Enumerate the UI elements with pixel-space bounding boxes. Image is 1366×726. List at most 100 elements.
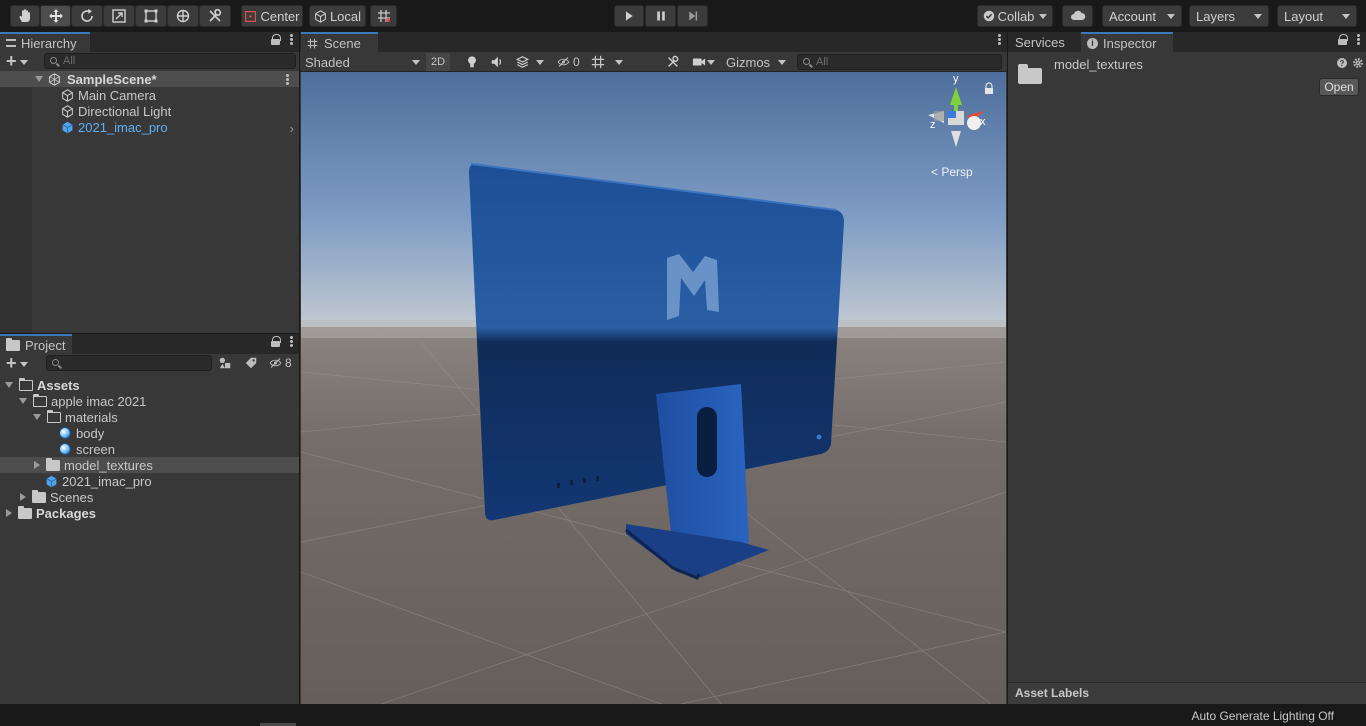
tab-hierarchy[interactable]: Hierarchy (0, 32, 90, 52)
expand-arrow-icon[interactable] (5, 382, 13, 388)
layers-dropdown[interactable]: Layers (1189, 5, 1269, 27)
rect-tool-button[interactable] (135, 5, 167, 27)
large-folder-icon (1018, 64, 1042, 84)
settings-gear-icon[interactable] (1352, 57, 1364, 69)
kebab-menu-icon[interactable] (286, 74, 289, 85)
2d-toggle[interactable]: 2D (426, 53, 450, 71)
chevron-down-icon (1342, 14, 1350, 19)
hierarchy-item-directional-light[interactable]: Directional Light (0, 103, 299, 119)
hierarchy-item-label: Directional Light (78, 103, 172, 119)
kebab-menu-icon[interactable] (998, 34, 1001, 45)
tab-project[interactable]: Project (0, 334, 72, 354)
expand-arrow-icon[interactable] (20, 493, 26, 501)
scene-search-input[interactable]: All (797, 54, 1002, 70)
kebab-menu-icon[interactable] (290, 336, 293, 347)
kebab-menu-icon[interactable] (1357, 34, 1360, 45)
tools-icon[interactable] (666, 55, 680, 69)
create-asset-button[interactable]: + (6, 354, 28, 372)
gizmos-dropdown[interactable]: Gizmos (726, 53, 770, 71)
search-by-label-icon[interactable] (244, 356, 258, 370)
project-item-assets[interactable]: Assets (0, 377, 299, 393)
pause-button[interactable] (645, 5, 676, 27)
shading-mode-dropdown[interactable]: Shaded (305, 53, 420, 71)
search-icon (52, 359, 59, 366)
hierarchy-item-main-camera[interactable]: Main Camera (0, 87, 299, 103)
transform-tool-button[interactable] (167, 5, 199, 27)
expand-arrow-icon[interactable] (19, 398, 27, 404)
kebab-menu-icon[interactable] (290, 34, 293, 45)
project-search-input[interactable] (46, 355, 212, 371)
hierarchy-search-input[interactable]: All (44, 53, 296, 69)
layout-dropdown[interactable]: Layout (1277, 5, 1357, 27)
status-bar: Auto Generate Lighting Off (0, 704, 1366, 726)
lock-icon[interactable] (271, 34, 281, 45)
hidden-packages-toggle[interactable]: 8 (268, 355, 292, 371)
search-by-type-icon[interactable] (218, 356, 232, 370)
persp-label[interactable]: < Persp (931, 165, 973, 179)
project-item-screen[interactable]: screen (0, 441, 299, 457)
project-item-packages[interactable]: Packages (0, 505, 299, 521)
pivot-rotation-button[interactable]: Local (309, 5, 366, 27)
tab-services[interactable]: Services (1009, 32, 1081, 52)
move-tool-button[interactable] (40, 5, 71, 27)
project-item-body[interactable]: body (0, 425, 299, 441)
collab-dropdown[interactable]: Collab (977, 5, 1053, 27)
lock-icon[interactable] (1338, 34, 1348, 45)
lighting-status[interactable]: Auto Generate Lighting Off (1191, 709, 1334, 723)
project-tabbar: Project (0, 334, 299, 354)
expand-arrow-icon[interactable] (35, 76, 43, 82)
scale-tool-button[interactable] (103, 5, 135, 27)
expand-arrow-icon[interactable] (6, 509, 12, 517)
project-item-label: body (76, 425, 105, 441)
camera-icon[interactable] (692, 55, 706, 69)
gameobject-icon (62, 88, 73, 102)
help-icon[interactable]: ? (1337, 58, 1347, 68)
gizmos-label: Gizmos (726, 54, 771, 70)
tools-icon (209, 8, 222, 22)
expand-arrow-icon[interactable] (34, 461, 40, 469)
inspector-tabbar: Services i Inspector (1008, 32, 1366, 52)
hand-tool-button[interactable] (10, 5, 40, 27)
chevron-down-icon[interactable] (778, 60, 786, 65)
folder-open-icon (47, 409, 61, 423)
pivot-mode-button[interactable]: Center (241, 5, 303, 27)
play-button[interactable] (614, 5, 644, 27)
check-circle-icon (983, 10, 994, 22)
tab-scene[interactable]: Scene (301, 32, 378, 52)
eye-slash-icon (557, 57, 570, 67)
grid-snapping-button[interactable] (370, 5, 397, 27)
hierarchy-item-label: Main Camera (78, 87, 157, 103)
project-item-label: 2021_imac_pro (62, 473, 152, 489)
lightbulb-icon[interactable] (465, 55, 479, 69)
chevron-down-icon[interactable] (707, 60, 715, 65)
project-item-materials[interactable]: materials (0, 409, 299, 425)
project-item-model-textures[interactable]: model_textures (0, 457, 299, 473)
step-button[interactable] (677, 5, 708, 27)
rotate-tool-button[interactable] (71, 5, 103, 27)
chevron-down-icon[interactable] (536, 60, 544, 65)
project-item-imac-prefab[interactable]: 2021_imac_pro (0, 473, 299, 489)
local-cube-icon (315, 9, 326, 23)
folder-open-icon (19, 377, 33, 391)
grid-toggle-icon[interactable] (591, 55, 605, 69)
chevron-down-icon[interactable] (615, 60, 623, 65)
scene-row[interactable]: SampleScene* (0, 71, 299, 87)
custom-tools-button[interactable] (199, 5, 231, 27)
hierarchy-item-imac-prefab[interactable]: 2021_imac_pro › (0, 119, 299, 136)
account-dropdown[interactable]: Account (1102, 5, 1182, 27)
hidden-objects-toggle[interactable]: 0 (556, 53, 580, 71)
lock-icon[interactable] (271, 336, 281, 347)
cloud-button[interactable] (1062, 5, 1093, 27)
asset-labels-bar[interactable]: Asset Labels (1008, 682, 1366, 704)
open-button[interactable]: Open (1319, 78, 1359, 96)
scene-viewport[interactable]: y x z < Persp (301, 72, 1006, 704)
expand-arrow-icon[interactable] (33, 414, 41, 420)
create-button[interactable]: + (6, 52, 28, 70)
hierarchy-tabbar: Hierarchy (0, 32, 299, 52)
chevron-right-icon[interactable]: › (290, 121, 294, 136)
effects-icon[interactable] (515, 55, 530, 69)
audio-icon[interactable] (490, 55, 504, 69)
project-item-apple-imac[interactable]: apple imac 2021 (0, 393, 299, 409)
tab-inspector[interactable]: i Inspector (1081, 32, 1173, 52)
project-item-scenes[interactable]: Scenes (0, 489, 299, 505)
